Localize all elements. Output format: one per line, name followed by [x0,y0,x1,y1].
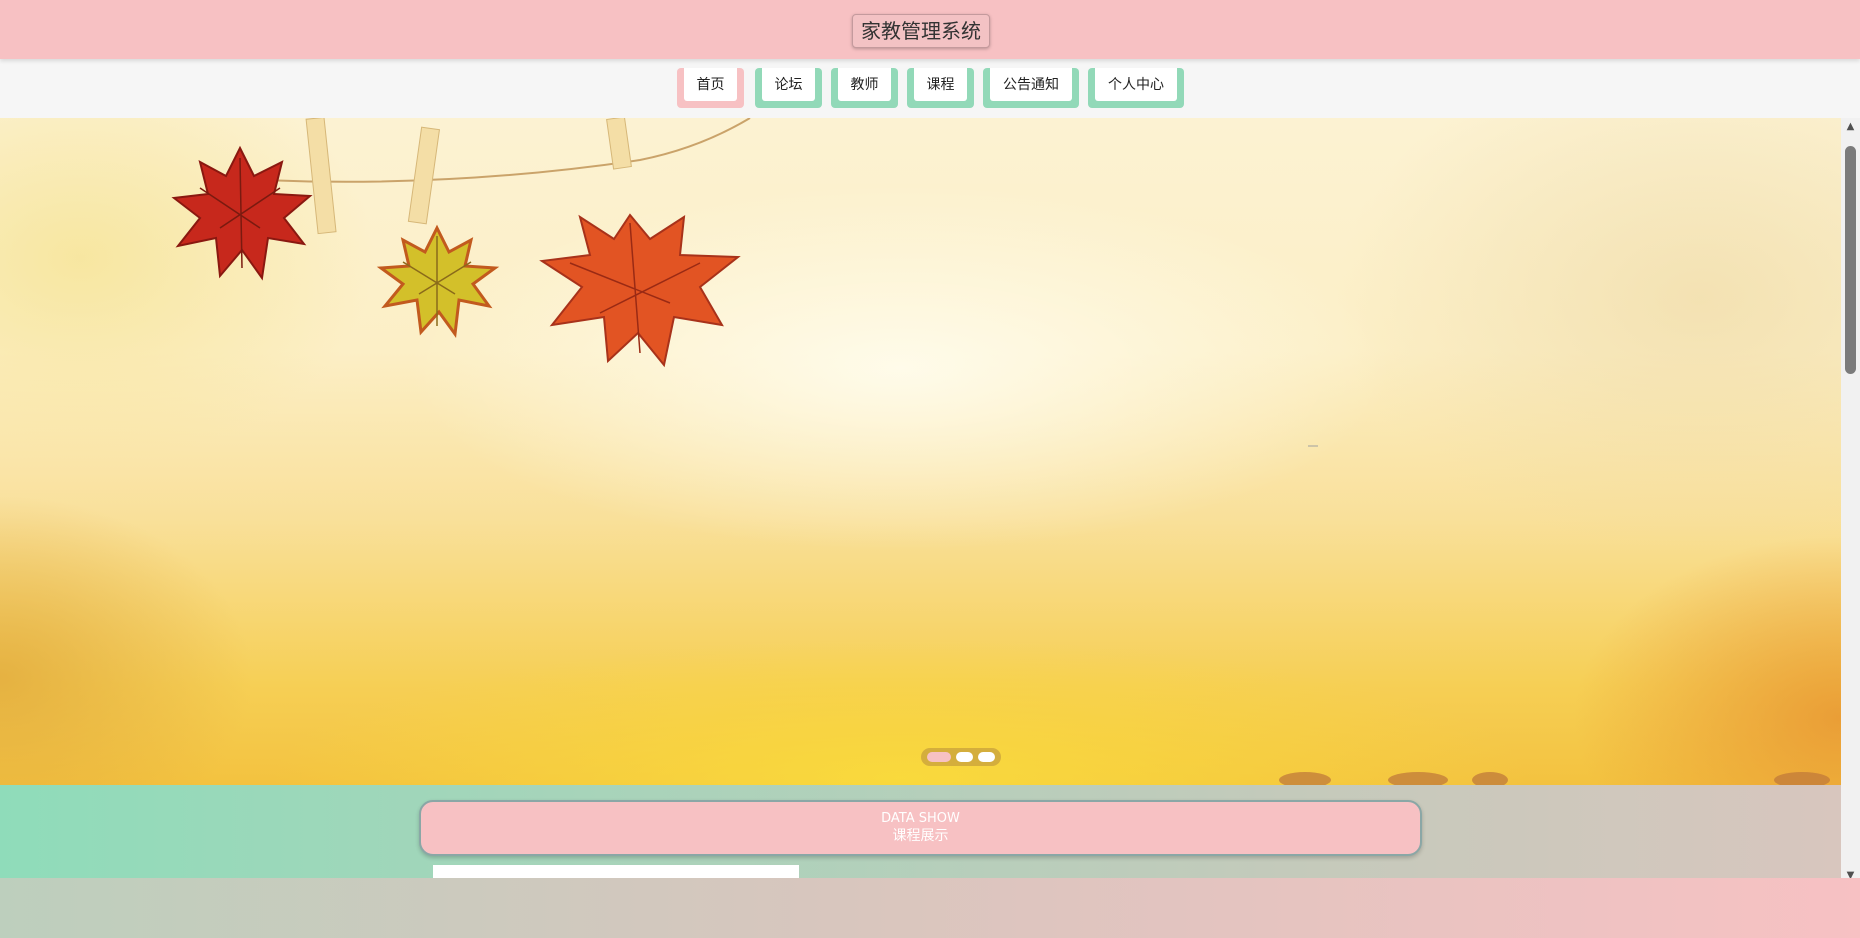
nav-item-teacher[interactable]: 教师 [831,68,898,108]
nav-item-home-label: 首页 [684,68,737,101]
site-title: 家教管理系统 [852,14,990,48]
nav-item-notice-label: 公告通知 [990,68,1072,101]
section-title-banner: DATA SHOW 课程展示 [419,800,1422,856]
page-scrollbar[interactable]: ▲ ▼ [1841,118,1860,885]
maple-leaf-red [171,145,313,281]
carousel-dot-1[interactable] [927,752,951,762]
main-nav: 首页 论坛 教师 课程 公告通知 个人中心 [0,59,1860,118]
section-title-cn: 课程展示 [892,828,949,844]
page-footer [0,878,1860,938]
scrollbar-thumb[interactable] [1845,146,1856,374]
hero-image [171,118,1830,785]
clothespin [407,126,441,225]
clothespin [606,118,632,170]
nav-item-course[interactable]: 课程 [907,68,974,108]
top-header: 家教管理系统 [0,0,1860,59]
nav-item-profile[interactable]: 个人中心 [1088,68,1184,108]
maple-leaf-yellow [376,224,500,338]
scroll-up-arrow-icon[interactable]: ▲ [1841,118,1860,136]
nav-item-forum-label: 论坛 [762,68,815,101]
clothespin [305,118,337,235]
nav-item-notice[interactable]: 公告通知 [983,68,1079,108]
nav-item-teacher-label: 教师 [838,68,891,101]
hero-carousel[interactable] [0,118,1841,785]
nav-item-profile-label: 个人中心 [1095,68,1177,101]
nav-item-course-label: 课程 [914,68,967,101]
section-title-en: DATA SHOW [881,811,960,826]
clothesline [261,118,751,183]
carousel-indicators [921,748,1001,766]
course-showcase-section: DATA SHOW 课程展示 [0,785,1841,885]
carousel-dot-3[interactable] [978,752,995,762]
nav-item-home[interactable]: 首页 [677,68,744,108]
maple-leaf-orange [539,213,741,368]
nav-item-forum[interactable]: 论坛 [755,68,822,108]
distant-trees [1279,772,1830,785]
carousel-dot-2[interactable] [956,752,973,762]
